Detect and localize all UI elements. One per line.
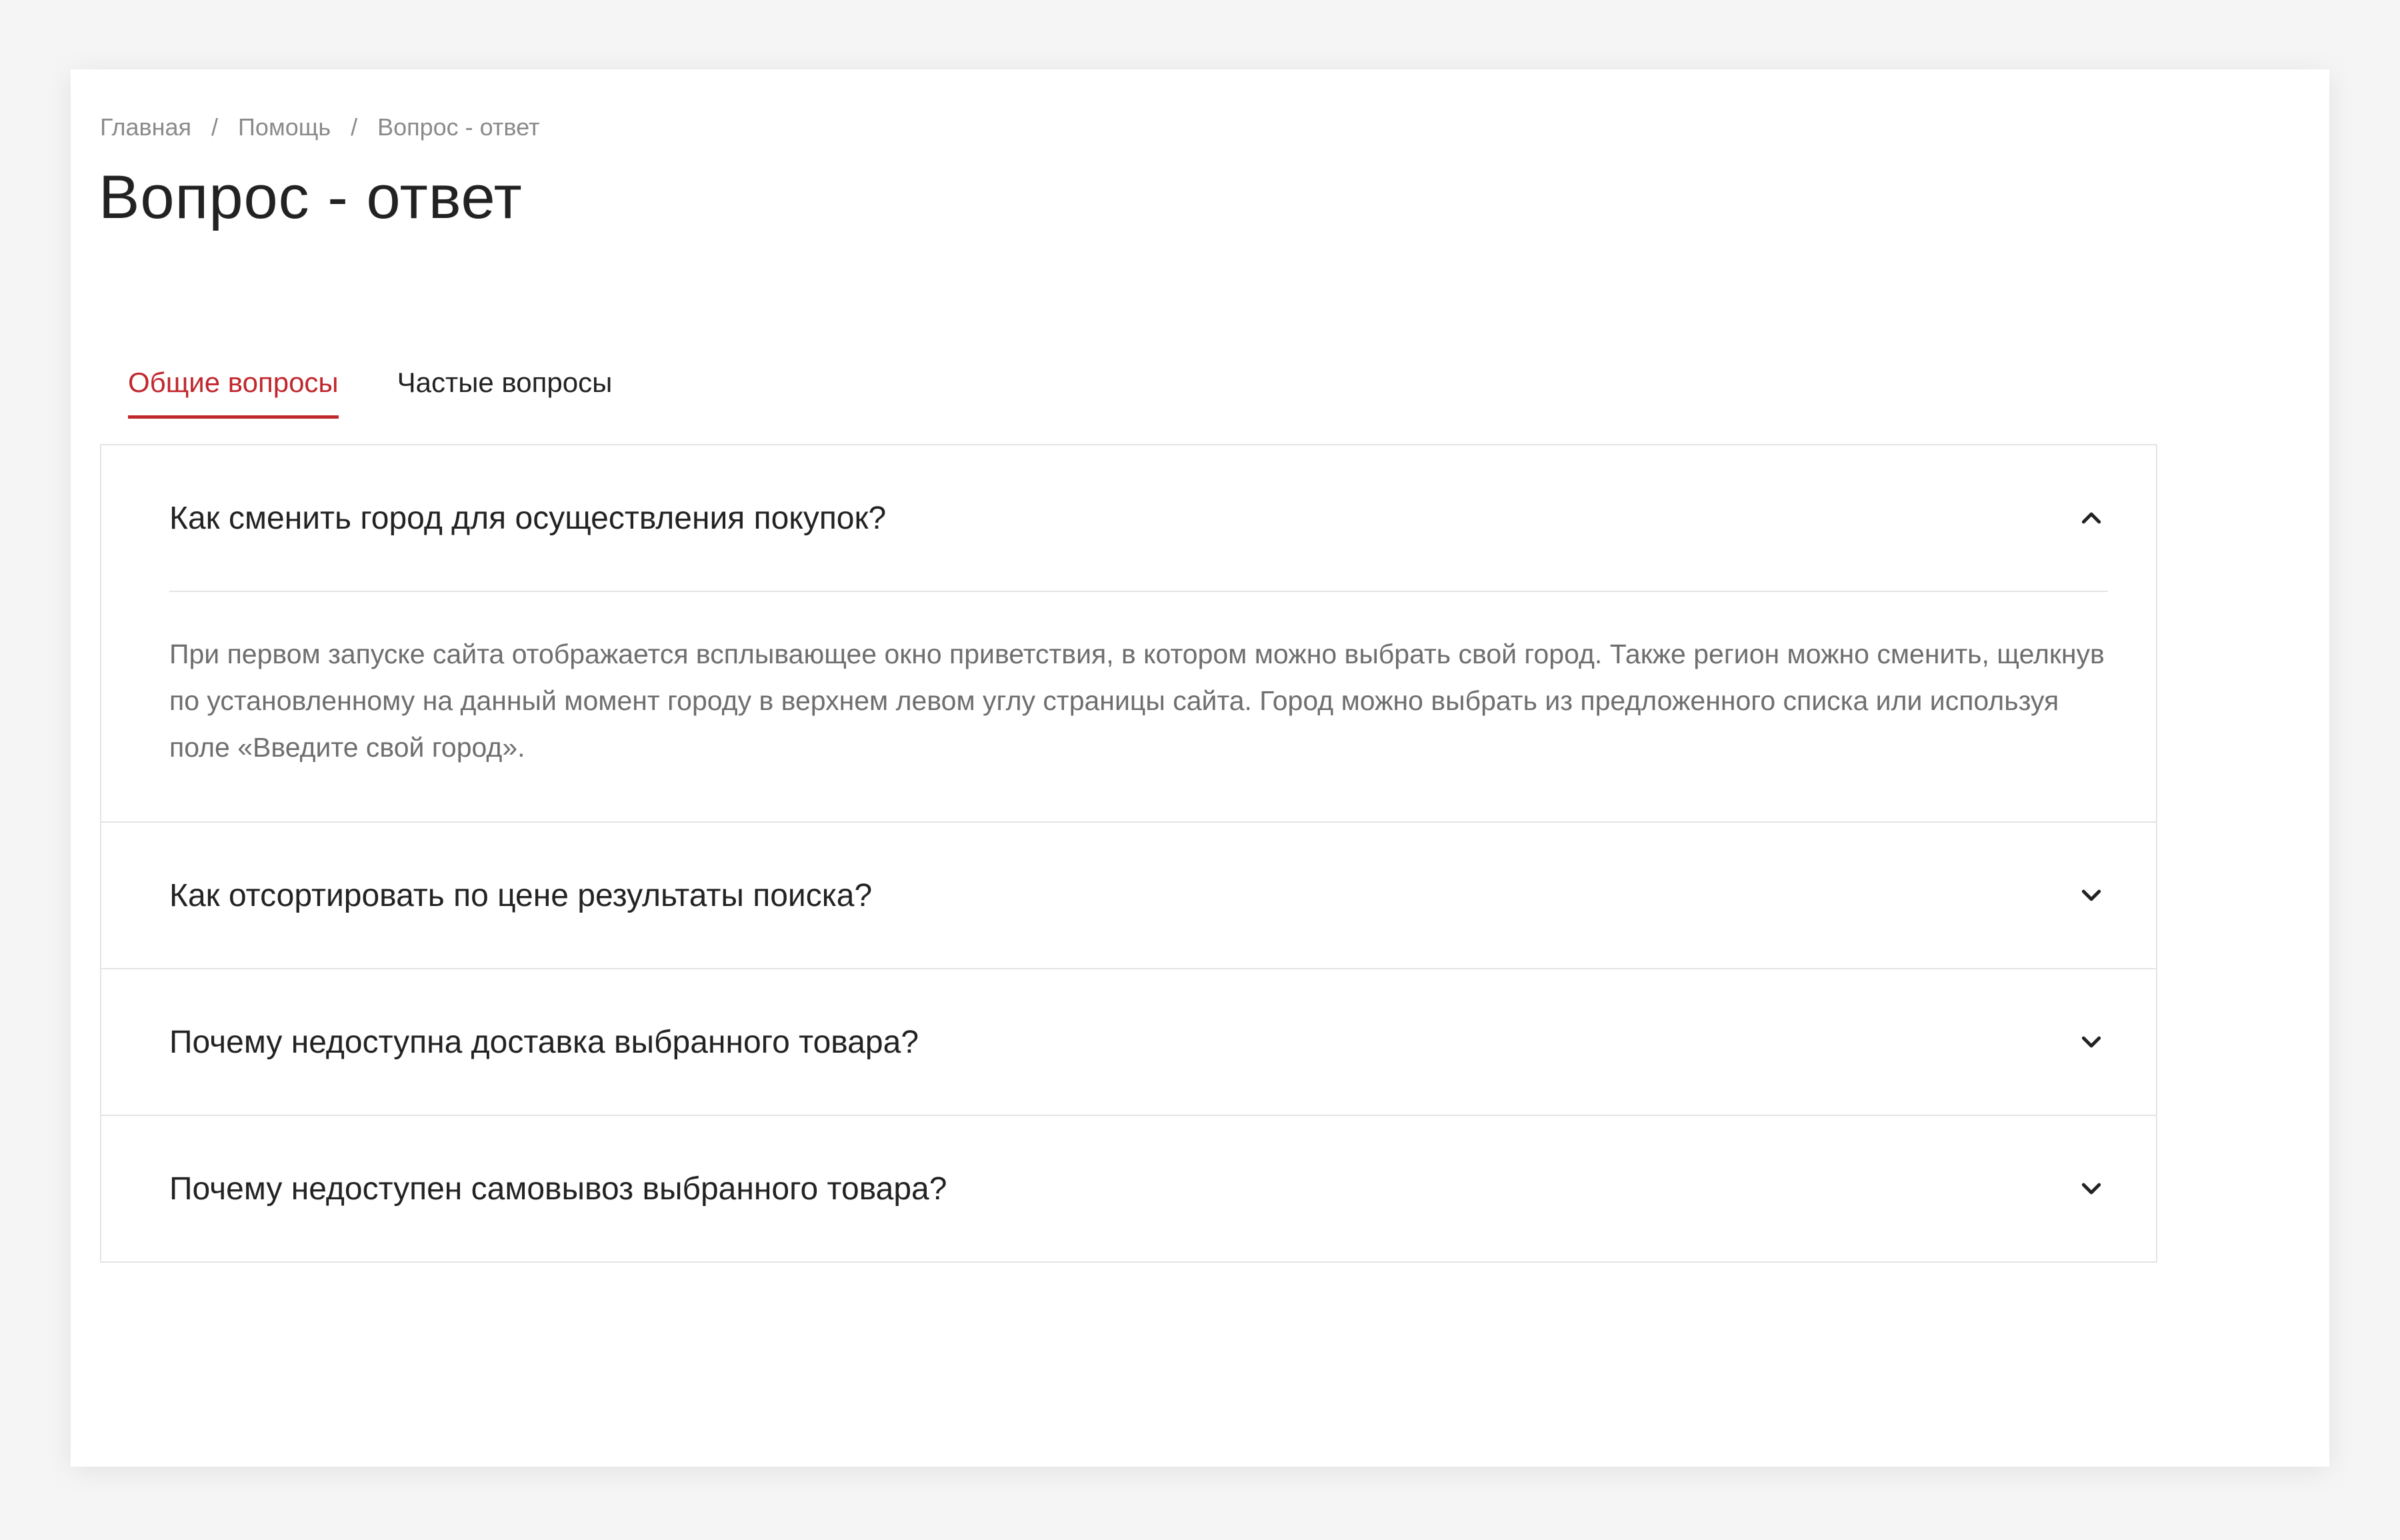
faq-accordion: Как сменить город для осуществления поку… bbox=[100, 444, 2157, 1263]
faq-question: Как сменить город для осуществления поку… bbox=[169, 500, 887, 536]
breadcrumb-separator: / bbox=[211, 113, 219, 141]
faq-item: Как отсортировать по цене результаты пои… bbox=[101, 823, 2156, 969]
faq-question: Как отсортировать по цене результаты пои… bbox=[169, 877, 873, 913]
faq-item-header[interactable]: Как отсортировать по цене результаты пои… bbox=[101, 823, 2156, 968]
faq-item-header[interactable]: Почему недоступен самовывоз выбранного т… bbox=[101, 1116, 2156, 1261]
chevron-up-icon[interactable] bbox=[2076, 503, 2107, 533]
faq-item: Почему недоступна доставка выбранного то… bbox=[101, 969, 2156, 1116]
faq-question: Почему недоступна доставка выбранного то… bbox=[169, 1024, 919, 1060]
faq-item: Почему недоступен самовывоз выбранного т… bbox=[101, 1116, 2156, 1261]
breadcrumb-item-current: Вопрос - ответ bbox=[377, 113, 540, 141]
faq-item-header[interactable]: Как сменить город для осуществления поку… bbox=[101, 445, 2156, 591]
page-title: Вопрос - ответ bbox=[99, 163, 523, 231]
tab-frequent-questions[interactable]: Частые вопросы bbox=[397, 367, 613, 415]
faq-answer: При первом запуске сайта отображается вс… bbox=[169, 639, 2105, 763]
breadcrumb-separator: / bbox=[351, 113, 358, 141]
chevron-down-icon[interactable] bbox=[2076, 880, 2107, 911]
tab-general-questions[interactable]: Общие вопросы bbox=[128, 367, 339, 419]
faq-item-header[interactable]: Почему недоступна доставка выбранного то… bbox=[101, 969, 2156, 1115]
faq-question: Почему недоступен самовывоз выбранного т… bbox=[169, 1171, 947, 1207]
breadcrumb-item-home[interactable]: Главная bbox=[100, 113, 191, 141]
faq-item: Как сменить город для осуществления поку… bbox=[101, 445, 2156, 823]
chevron-down-icon[interactable] bbox=[2076, 1173, 2107, 1204]
tab-bar: Общие вопросы Частые вопросы bbox=[128, 367, 613, 419]
breadcrumb-item-help[interactable]: Помощь bbox=[238, 113, 331, 141]
breadcrumb: Главная / Помощь / Вопрос - ответ bbox=[100, 113, 539, 141]
chevron-down-icon[interactable] bbox=[2076, 1027, 2107, 1057]
